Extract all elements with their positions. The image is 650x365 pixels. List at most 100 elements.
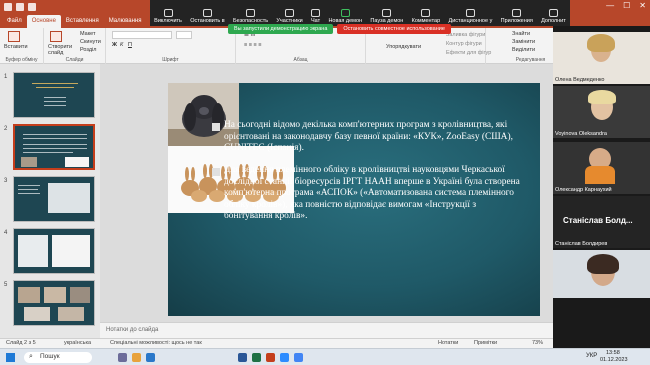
underline-icon[interactable]: П (128, 42, 132, 48)
slide-paragraph-2[interactable]: Для ведення племінного обліку в кролівни… (224, 165, 524, 223)
slide-thumbnail[interactable] (13, 176, 95, 222)
remote-control-button[interactable]: Дистанционное у (448, 9, 492, 24)
slide-paragraph-1[interactable]: На сьогодні відомо декілька комп'ютерних… (224, 120, 524, 155)
select-button[interactable]: Виділити (512, 47, 535, 53)
bold-icon[interactable]: Ж (112, 42, 117, 48)
participants-panel: Олена Ведмеденко Voyinova Oleksandra Оле… (553, 26, 650, 348)
annotate-button[interactable]: Комментар (412, 9, 440, 24)
pen-icon (421, 9, 431, 17)
participant-tile-no-video[interactable]: Станіслав Болд... Станіслав Болдирев (553, 196, 650, 248)
new-share-button[interactable]: Новая демон (328, 9, 362, 24)
apps-icon (512, 9, 522, 17)
taskbar-search[interactable]: ⌕ Пошук (24, 352, 92, 363)
tab-insert[interactable]: Вставлення (61, 15, 104, 28)
replace-button[interactable]: Замінити (512, 39, 535, 45)
stop-share-button[interactable]: Остановить совместное использование (337, 24, 451, 34)
italic-icon[interactable]: К (120, 42, 123, 48)
font-size-box[interactable] (176, 31, 192, 39)
share-status-bar: Вы запустили демонстрацию экрана Останов… (228, 24, 528, 34)
layout-button[interactable]: Макет (80, 31, 96, 37)
participant-tile[interactable]: Voyinova Oleksandra (553, 86, 650, 138)
tab-home[interactable]: Основне (26, 15, 61, 28)
close-icon[interactable]: ✕ (639, 1, 646, 10)
chat-button[interactable]: Чат (311, 9, 320, 24)
participant-name: Voyinova Oleksandra (555, 131, 607, 137)
stop-video-button[interactable]: Остановить в (190, 9, 225, 24)
autosave-icon[interactable] (4, 3, 12, 11)
slide-number: 5 (4, 282, 8, 288)
bullet-icon (212, 168, 220, 176)
tab-file[interactable]: Файл (2, 15, 27, 28)
language-indicator[interactable]: українська (64, 340, 91, 346)
clock-time[interactable]: 13:58 (606, 350, 620, 356)
remote-icon (465, 9, 475, 17)
people-icon (285, 9, 295, 17)
maximize-icon[interactable]: ☐ (623, 1, 630, 10)
windows-start-icon[interactable] (6, 353, 15, 362)
new-slide-button[interactable]: Створити слайд (48, 44, 76, 56)
participant-tile[interactable]: Олена Ведмеденко (553, 32, 650, 84)
input-language[interactable]: УКР (586, 353, 597, 359)
pause-icon (382, 9, 392, 17)
slide[interactable]: На сьогодні відомо декілька комп'ютерних… (168, 83, 540, 316)
save-icon[interactable] (16, 3, 24, 11)
clipboard-group: Вставити Буфер обміну (0, 28, 44, 64)
paste-button[interactable]: Вставити (4, 44, 28, 50)
search-icon: ⌕ (29, 353, 33, 360)
paste-icon[interactable] (8, 31, 20, 42)
zoom-level[interactable]: 73% (532, 340, 543, 346)
powerpoint-icon[interactable] (266, 353, 275, 362)
more-button[interactable]: Дополнит (541, 9, 566, 24)
slide-thumbnails: 1 2 3 4 5 (0, 64, 100, 338)
edge-icon[interactable] (146, 353, 155, 362)
reset-button[interactable]: Скинути (80, 39, 101, 45)
slide-number: 2 (4, 126, 8, 132)
share-icon (340, 9, 350, 17)
pause-share-button[interactable]: Пауза демон (370, 9, 403, 24)
shield-icon (246, 9, 256, 17)
notes-pane[interactable]: Нотатки до слайда (100, 322, 553, 338)
notes-toggle[interactable]: Нотатки (438, 340, 458, 346)
chrome-icon[interactable] (294, 353, 303, 362)
word-icon[interactable] (238, 353, 247, 362)
participants-button[interactable]: Участники (276, 9, 303, 24)
undo-icon[interactable] (28, 3, 36, 11)
arrange-button[interactable]: Упорядкувати (386, 44, 421, 50)
slide-thumbnail[interactable] (13, 228, 95, 274)
paragraph-group-label: Абзац (293, 57, 308, 63)
section-button[interactable]: Розділ (80, 47, 96, 53)
more-icon (548, 9, 558, 17)
outline-button[interactable]: Контур фігури (446, 41, 482, 47)
align-icon[interactable]: ≡ ≡ ≡ ≡ (244, 42, 261, 48)
excel-icon[interactable] (252, 353, 261, 362)
file-explorer-icon[interactable] (132, 353, 141, 362)
slide-thumbnail[interactable] (13, 72, 95, 118)
slides-group-label: Слайди (65, 57, 84, 63)
slide-counter: Слайд 2 з 5 (6, 340, 36, 346)
participant-tile[interactable]: Олександр Карнаухий (553, 142, 650, 194)
clipboard-group-label: Буфер обміну (5, 57, 38, 63)
slide-thumbnail[interactable] (13, 280, 95, 326)
zoom-icon[interactable] (280, 353, 289, 362)
font-name-box[interactable] (112, 31, 172, 39)
tab-draw[interactable]: Малювання (104, 15, 147, 28)
editing-group-label: Редагування (515, 57, 546, 63)
slide-number: 1 (4, 74, 8, 80)
security-button[interactable]: Безопасность (233, 9, 268, 24)
slides-group: Створити слайд Макет Скинути Розділ Слай… (44, 28, 106, 64)
participant-tile[interactable] (553, 250, 650, 298)
slide-thumbnail-selected[interactable] (13, 124, 95, 170)
camera-icon (202, 9, 212, 17)
chat-icon (311, 9, 321, 17)
effects-button[interactable]: Ефекти для фігур (446, 50, 491, 56)
minimize-icon[interactable]: — (606, 1, 614, 10)
participant-name: Станіслав Болдирев (555, 241, 608, 247)
apps-button[interactable]: Приложения (501, 9, 533, 24)
mute-button[interactable]: Виключить (154, 9, 182, 24)
clock-date[interactable]: 01.12.2023 (600, 357, 628, 363)
app-icon[interactable] (118, 353, 127, 362)
new-slide-icon[interactable] (50, 31, 62, 42)
accessibility-status[interactable]: Спеціальні можливості: щось не так (110, 340, 202, 346)
comments-toggle[interactable]: Примітки (474, 340, 497, 346)
share-status: Вы запустили демонстрацию экрана (228, 24, 334, 34)
